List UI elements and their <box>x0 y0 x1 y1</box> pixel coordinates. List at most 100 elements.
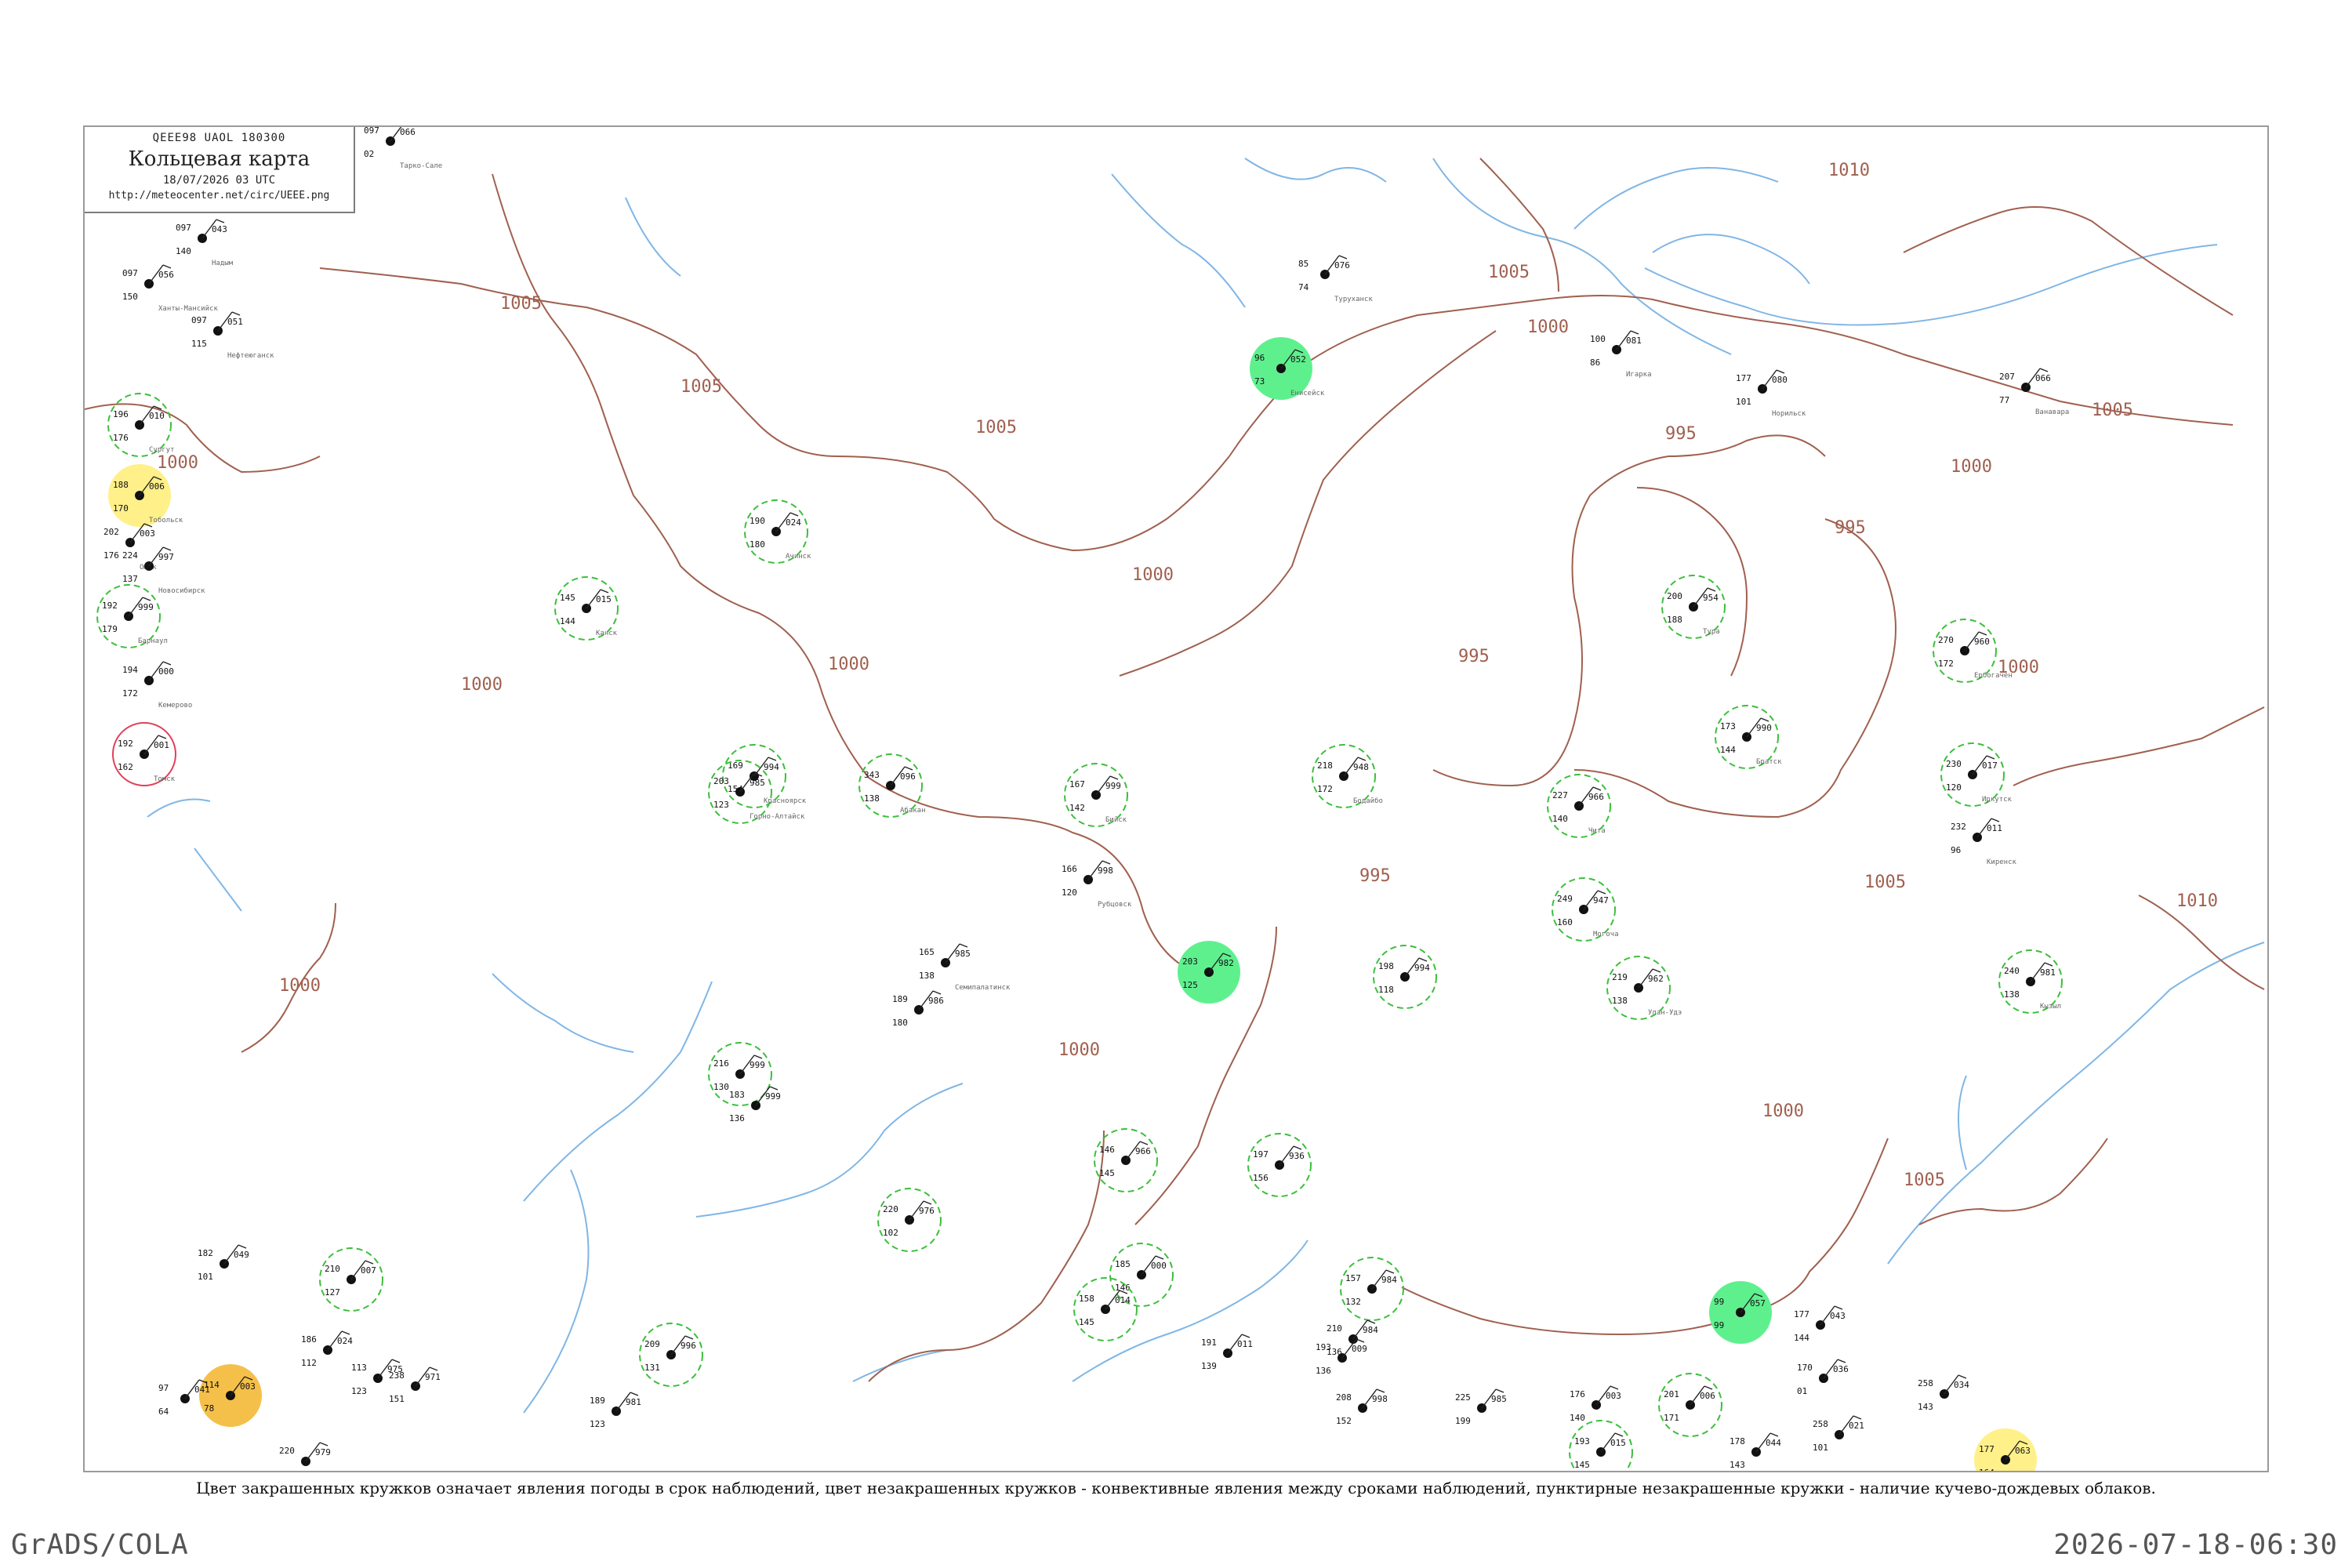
station-pressure: 044 <box>1766 1438 1781 1448</box>
station-value: 144 <box>1720 745 1736 755</box>
station-marker: 097 056 150 Ханты-Мансийск <box>122 264 218 313</box>
station-value: 74 <box>1298 282 1309 292</box>
station-marker: 208 998 152 <box>1336 1388 1388 1426</box>
station-marker: 177 063 164 <box>1974 1428 2037 1471</box>
wind-barb <box>630 1392 639 1396</box>
station-pressure: 063 <box>2015 1446 2031 1456</box>
station-name: Сургут <box>149 446 175 454</box>
station-pressure: 997 <box>158 552 174 562</box>
station-marker: 220 979 85 <box>279 1442 331 1471</box>
wind-barb <box>2039 368 2049 372</box>
station-temperature: 227 <box>1552 790 1568 800</box>
station-marker: 210 007 127 <box>319 1247 383 1312</box>
station-marker: 189 986 180 <box>892 990 944 1028</box>
wind-barb <box>1978 631 1987 636</box>
wind-barb <box>1652 968 1661 973</box>
isobar-label: 1005 <box>1488 263 1530 282</box>
station-marker: 270 960 172 Ербогачен <box>1933 619 2013 683</box>
station-temperature: 196 <box>113 409 129 419</box>
station-name: Ханты-Мансийск <box>158 305 218 313</box>
isobar-label: 995 <box>1665 424 1697 444</box>
station-temperature: 189 <box>590 1396 605 1406</box>
station-temperature: 194 <box>122 665 138 675</box>
station-value: 142 <box>1069 803 1085 813</box>
station-temperature: 185 <box>1115 1259 1131 1269</box>
station-pressure: 960 <box>1974 637 1990 647</box>
station-pressure: 975 <box>387 1364 403 1374</box>
station-marker: 218 948 172 Бодайбо <box>1312 744 1383 808</box>
station-temperature: 220 <box>883 1204 898 1214</box>
station-temperature: 219 <box>1612 972 1628 982</box>
station-value: 02 <box>364 149 374 159</box>
station-temperature: 100 <box>1590 334 1606 344</box>
wind-barb <box>1293 1145 1302 1150</box>
station-marker: 182 049 101 <box>198 1244 249 1282</box>
station-pressure: 076 <box>1334 260 1350 270</box>
station-temperature: 145 <box>560 593 575 603</box>
station-marker: 146 966 145 <box>1094 1128 1158 1192</box>
wind-barb <box>600 589 609 593</box>
station-marker: 097 051 115 Нефтеюганск <box>191 311 274 360</box>
station-pressure: 066 <box>400 127 416 137</box>
isobar-label: 995 <box>1458 647 1490 666</box>
station-marker: 220 976 102 <box>877 1188 942 1252</box>
wind-barb <box>1597 890 1606 895</box>
station-marker: 196 010 176 Сургут <box>107 393 175 457</box>
station-marker: 177 043 144 <box>1794 1305 1846 1343</box>
station-value: 137 <box>122 574 138 584</box>
station-pressure: 011 <box>1987 823 2002 833</box>
station-name: Бийск <box>1105 816 1127 824</box>
station-pressure: 985 <box>955 949 971 959</box>
wind-barb <box>769 1086 779 1091</box>
station-pressure: 990 <box>1756 723 1772 733</box>
station-temperature: 208 <box>1336 1392 1352 1403</box>
isobar-label: 1000 <box>1058 1040 1100 1060</box>
station-pressure: 049 <box>234 1250 249 1260</box>
station-value: 136 <box>1316 1366 1331 1376</box>
station-name: Барнаул <box>138 637 168 645</box>
station-name: Ербогачен <box>1974 671 2013 680</box>
station-value: 164 <box>1979 1468 1994 1471</box>
station-pressure: 034 <box>1954 1380 1969 1390</box>
station-value: 172 <box>1938 659 1954 669</box>
station-temperature: 97 <box>158 1383 169 1393</box>
station-name: Семипалатинск <box>955 984 1011 992</box>
station-temperature: 232 <box>1951 822 1966 832</box>
station-pressure: 003 <box>240 1381 256 1392</box>
station-marker: 224 997 137 Новосибирск <box>122 546 205 595</box>
station-marker: 225 985 199 <box>1455 1388 1507 1426</box>
wind-barb <box>2044 962 2053 967</box>
station-temperature: 182 <box>198 1248 213 1258</box>
station-temperature: 157 <box>1345 1273 1361 1283</box>
station-temperature: 203 <box>713 776 729 786</box>
station-temperature: 192 <box>102 601 118 611</box>
isobar-label: 1000 <box>1951 457 1992 477</box>
station-marker: 097 043 140 Надым <box>176 219 234 267</box>
station-value: 120 <box>1946 782 1962 793</box>
station-name: Горно-Алтайск <box>750 813 805 821</box>
station-marker: 178 044 143 <box>1730 1432 1781 1470</box>
station-value: 101 <box>1813 1443 1828 1453</box>
wind-barb <box>1614 1432 1624 1437</box>
station-marker: 100 081 86 Игарка <box>1590 330 1652 379</box>
station-temperature: 207 <box>1999 372 2015 382</box>
station-pressure: 080 <box>1772 375 1788 385</box>
isobar-label: 1000 <box>1762 1102 1804 1121</box>
station-pressure: 999 <box>750 1060 765 1070</box>
station-value: 136 <box>729 1113 745 1123</box>
station-pressure: 043 <box>212 224 227 234</box>
station-marker: 191 011 139 <box>1201 1334 1253 1371</box>
station-marker: 166 998 120 Рубцовск <box>1062 860 1132 909</box>
station-marker: 197 936 156 <box>1247 1133 1312 1197</box>
station-value: 138 <box>1612 996 1628 1006</box>
station-value: 150 <box>122 292 138 302</box>
station-marker: 203 982 125 <box>1178 941 1240 1004</box>
station-value: 123 <box>590 1419 605 1429</box>
isobar-label: 1005 <box>975 418 1017 437</box>
station-pressure: 096 <box>900 771 916 782</box>
station-marker: 240 981 138 Кызыл <box>1998 949 2063 1014</box>
station-name: Кызыл <box>2040 1003 2061 1011</box>
station-marker: 189 981 123 <box>590 1392 641 1429</box>
station-temperature: 158 <box>1079 1294 1094 1304</box>
wind-barb <box>365 1260 374 1265</box>
